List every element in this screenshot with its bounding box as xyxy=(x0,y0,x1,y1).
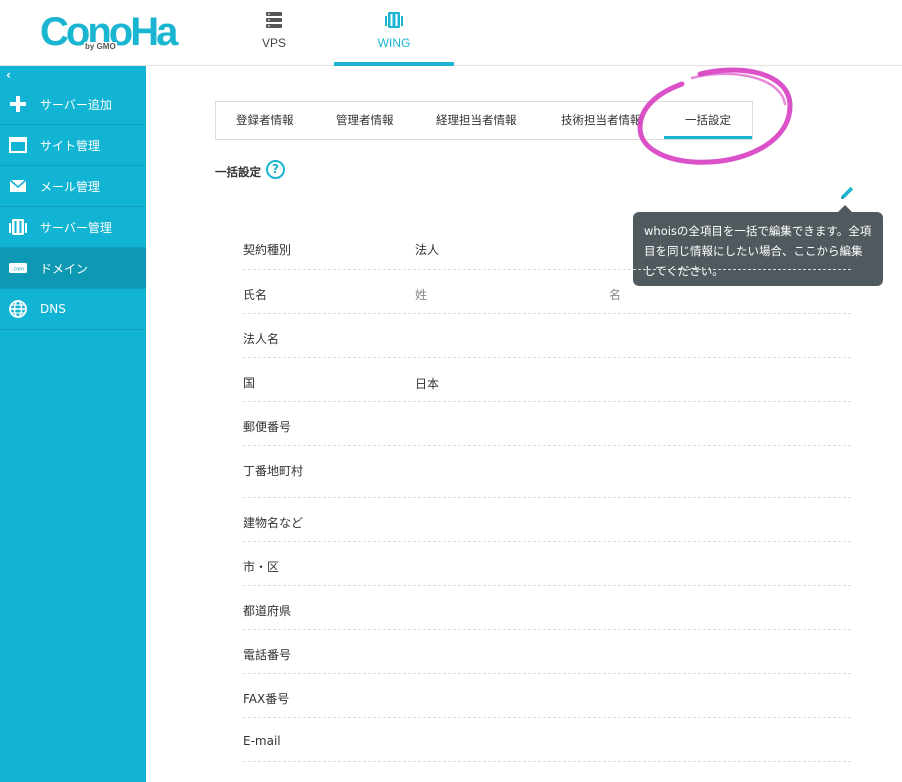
nav-wing[interactable]: WING xyxy=(334,0,454,66)
svg-text:.com: .com xyxy=(12,267,24,273)
help-icon[interactable]: ? xyxy=(266,160,285,179)
sidebar-item-label: サーバー管理 xyxy=(40,220,112,235)
sidebar-item-dns[interactable]: DNS xyxy=(0,289,146,330)
first-name-field[interactable]: 名 xyxy=(609,286,621,303)
pencil-icon[interactable] xyxy=(838,184,856,202)
domain-icon: .com xyxy=(8,258,28,278)
top-header: ConoHa by GMO VPS WING xyxy=(0,0,902,66)
row-country: 国 日本 xyxy=(243,358,851,402)
nav-vps[interactable]: VPS xyxy=(232,0,316,66)
mail-icon xyxy=(8,176,28,196)
nav-wing-label: WING xyxy=(377,36,411,50)
tab-admin[interactable]: 管理者情報 xyxy=(336,102,394,139)
sidebar-collapse-button[interactable]: ‹ xyxy=(0,66,146,84)
sidebar-item-server-manage[interactable]: サーバー管理 xyxy=(0,207,146,248)
server-icon xyxy=(266,12,282,28)
sidebar: ‹ サーバー追加 サイト管理 メール管理 サーバー管理 .com ドメイン DN… xyxy=(0,66,146,782)
row-prefecture: 都道府県 xyxy=(243,586,851,630)
row-label: 法人名 xyxy=(243,332,280,346)
row-label: 契約種別 xyxy=(243,243,292,257)
globe-icon xyxy=(8,299,28,319)
wing-server-icon xyxy=(385,12,403,28)
server-manage-icon xyxy=(8,217,28,237)
sidebar-item-label: DNS xyxy=(40,302,66,316)
row-label: 丁番地町村 xyxy=(243,464,304,478)
row-building: 建物名など xyxy=(243,498,851,542)
row-label: 建物名など xyxy=(243,516,304,530)
tab-bulk-settings[interactable]: 一括設定 xyxy=(664,102,752,139)
row-name: 氏名 姓 名 xyxy=(243,270,851,314)
row-label: 電話番号 xyxy=(243,648,292,662)
row-label: 国 xyxy=(243,376,256,390)
row-label: 氏名 xyxy=(243,288,268,302)
tab-registrant[interactable]: 登録者情報 xyxy=(236,102,294,139)
row-label: 市・区 xyxy=(243,560,280,574)
sidebar-item-label: サイト管理 xyxy=(40,138,101,153)
sidebar-item-site-manage[interactable]: サイト管理 xyxy=(0,125,146,166)
sidebar-item-label: サーバー追加 xyxy=(40,97,112,112)
last-name-field[interactable]: 姓 xyxy=(415,286,427,303)
contract-type-value[interactable]: 法人 xyxy=(415,241,439,258)
row-contract-type: 契約種別 法人 xyxy=(243,226,851,270)
nav-vps-label: VPS xyxy=(261,36,286,50)
row-city: 市・区 xyxy=(243,542,851,586)
logo-sub-text: by GMO xyxy=(84,42,117,51)
sidebar-item-mail-manage[interactable]: メール管理 xyxy=(0,166,146,207)
row-phone: 電話番号 xyxy=(243,630,851,674)
row-fax: FAX番号 xyxy=(243,674,851,718)
conoha-logo[interactable]: ConoHa by GMO xyxy=(40,10,178,56)
row-label: FAX番号 xyxy=(243,692,290,706)
sidebar-item-label: メール管理 xyxy=(40,179,101,194)
tab-billing[interactable]: 経理担当者情報 xyxy=(436,102,517,139)
row-label: 都道府県 xyxy=(243,604,292,618)
window-icon xyxy=(8,135,28,155)
country-select[interactable]: 日本 xyxy=(415,375,439,392)
sidebar-item-domain[interactable]: .com ドメイン xyxy=(0,248,146,289)
row-label: E-mail xyxy=(243,734,281,748)
row-company: 法人名 xyxy=(243,314,851,358)
row-street: 丁番地町村 xyxy=(243,446,851,498)
sidebar-item-label: ドメイン xyxy=(40,261,89,276)
sidebar-item-add-server[interactable]: サーバー追加 xyxy=(0,84,146,125)
row-email: E-mail xyxy=(243,718,851,762)
page-title: 一括設定 xyxy=(215,165,261,179)
tab-technical[interactable]: 技術担当者情報 xyxy=(561,102,645,139)
row-label: 郵便番号 xyxy=(243,420,292,434)
plus-icon xyxy=(8,94,28,114)
whois-tabs: 登録者情報 管理者情報 経理担当者情報 技術担当者情報 一括設定 xyxy=(215,101,753,140)
row-postal-code: 郵便番号 xyxy=(243,402,851,446)
